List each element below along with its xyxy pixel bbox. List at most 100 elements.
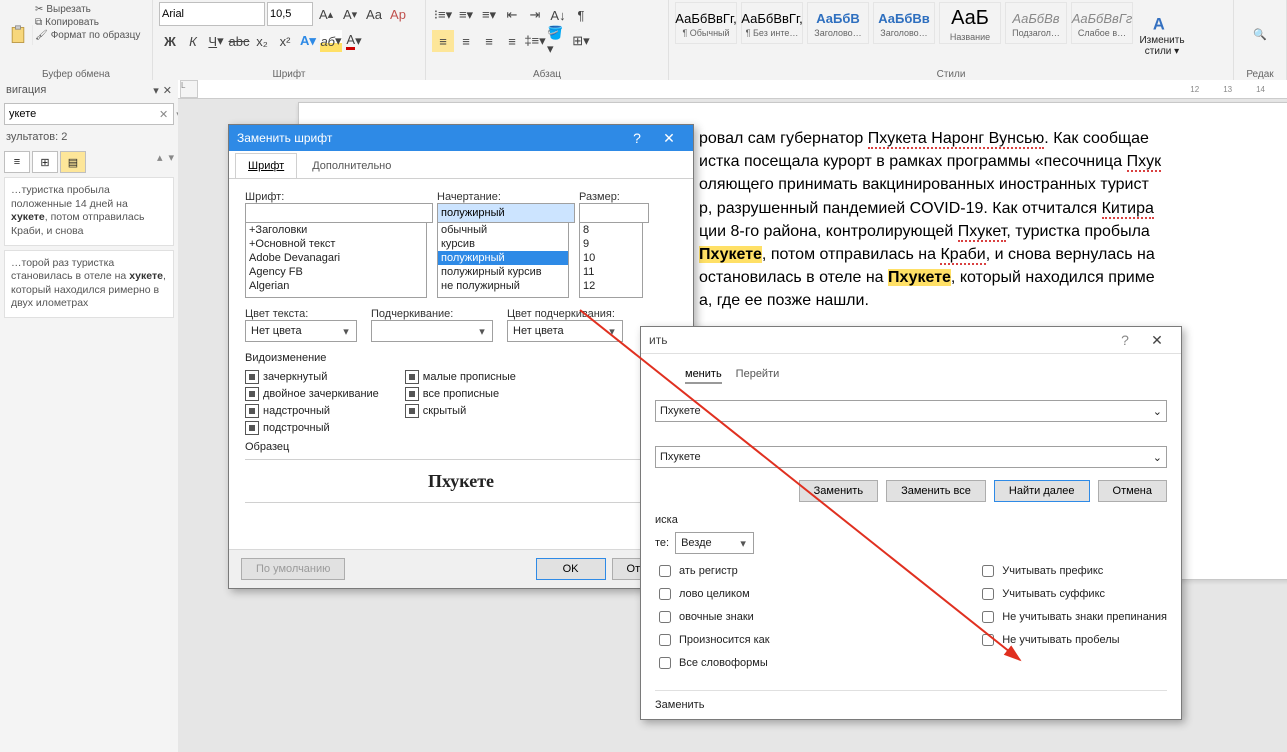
align-left-icon[interactable]: ≡ [432,30,454,52]
styles-gallery[interactable]: АаБбВвГг,¶ ОбычныйАаБбВвГг,¶ Без инте…Аа… [675,2,1133,67]
paste-button[interactable] [8,25,33,45]
option-checkbox[interactable]: Учитывать префикс [978,562,1167,580]
effect-checkbox[interactable]: малые прописные [405,370,516,384]
size-option[interactable]: 10 [580,251,642,265]
show-marks-icon[interactable]: ¶ [570,4,592,26]
style-item[interactable]: АаБбВвПодзагол… [1005,2,1067,44]
align-center-icon[interactable]: ≡ [455,30,477,52]
option-checkbox[interactable]: Учитывать суффикс [978,585,1167,603]
search-direction-dropdown[interactable]: Везде▾ [675,532,754,554]
style-option[interactable]: не полужирный [438,279,568,293]
style-item[interactable]: АаБНазвание [939,2,1001,44]
find-next-button[interactable]: Найти далее [994,480,1090,502]
nav-result-item[interactable]: …торой раз туристка становилась в отеле … [4,250,174,319]
effect-checkbox[interactable]: зачеркнутый [245,370,379,384]
font-option[interactable]: +Основной текст [246,237,426,251]
indent-dec-icon[interactable]: ⇤ [501,4,523,26]
style-list[interactable]: обычныйкурсивполужирныйполужирный курсив… [437,222,569,298]
underline-button[interactable]: Ч▾ [205,30,227,52]
grow-font-icon[interactable]: A▴ [315,3,337,25]
fr-close-icon[interactable]: ✕ [1141,327,1173,353]
style-option[interactable]: курсив [438,237,568,251]
find-icon[interactable]: 🔍 [1253,28,1267,41]
effect-checkbox[interactable]: скрытый [405,404,516,418]
dialog-help-icon[interactable]: ? [621,125,653,151]
size-option[interactable]: 8 [580,223,642,237]
effect-checkbox[interactable]: надстрочный [245,404,379,418]
change-case-icon[interactable]: Aa [363,3,385,25]
replace-button[interactable]: Заменить [799,480,878,502]
underline-color-dropdown[interactable]: Нет цвета▾ [507,320,623,342]
replace-all-button[interactable]: Заменить все [886,480,986,502]
bullets-icon[interactable]: ⁝≡▾ [432,4,454,26]
nav-next-icon[interactable]: ▾ [168,151,174,173]
format-painter-button[interactable]: 🖌Формат по образцу [35,30,140,41]
tab-advanced[interactable]: Дополнительно [299,153,404,178]
font-size-input[interactable] [579,203,649,223]
font-color-dropdown[interactable]: Нет цвета▾ [245,320,357,342]
nav-dropdown-icon[interactable]: ▾ [153,84,159,97]
tab-replace[interactable]: менить [685,368,722,384]
shading-icon[interactable]: 🪣▾ [547,30,569,52]
option-checkbox[interactable]: Все словоформы [655,654,770,672]
font-option[interactable]: +Заголовки [246,223,426,237]
option-checkbox[interactable]: Произносится как [655,631,770,649]
size-option[interactable]: 9 [580,237,642,251]
chevron-down-icon[interactable]: ⌄ [1153,405,1162,418]
justify-icon[interactable]: ≡ [501,30,523,52]
font-name-input[interactable] [245,203,433,223]
font-option[interactable]: Agency FB [246,265,426,279]
fr-help-icon[interactable]: ? [1109,327,1141,353]
bold-button[interactable]: Ж [159,30,181,52]
nav-close-icon[interactable]: ✕ [163,84,172,97]
effect-checkbox[interactable]: подстрочный [245,421,379,435]
font-size-combo[interactable] [267,2,313,26]
nav-search-input[interactable] [5,108,155,120]
strike-button[interactable]: abc [228,30,250,52]
italic-button[interactable]: К [182,30,204,52]
style-item[interactable]: АаБбВЗаголово… [807,2,869,44]
change-styles-button[interactable]: A Изменить стили ▾ [1135,2,1189,67]
find-input[interactable]: Пхукете⌄ [655,400,1167,422]
subscript-button[interactable]: x₂ [251,30,273,52]
style-option[interactable]: обычный [438,223,568,237]
font-name-combo[interactable] [159,2,265,26]
font-color-icon[interactable]: A▾ [343,30,365,52]
align-right-icon[interactable]: ≡ [478,30,500,52]
numbering-icon[interactable]: ≡▾ [455,4,477,26]
text-effects-icon[interactable]: A▾ [297,30,319,52]
nav-tab-headings[interactable]: ≡ [4,151,30,173]
default-button[interactable]: По умолчанию [241,558,345,580]
borders-icon[interactable]: ⊞▾ [570,30,592,52]
fr-cancel-button[interactable]: Отмена [1098,480,1167,502]
nav-tab-results[interactable]: ▤ [60,151,86,173]
sort-icon[interactable]: A↓ [547,4,569,26]
font-option[interactable]: Adobe Devanagari [246,251,426,265]
font-option[interactable]: Algerian [246,279,426,293]
dialog-titlebar[interactable]: Заменить шрифт ? ✕ [229,125,693,151]
nav-search-clear-icon[interactable]: ✕ [155,108,172,121]
style-item[interactable]: АаБбВвГг,¶ Без инте… [741,2,803,44]
size-option[interactable]: 12 [580,279,642,293]
underline-style-dropdown[interactable]: ▾ [371,320,493,342]
effect-checkbox[interactable]: двойное зачеркивание [245,387,379,401]
size-option[interactable]: 11 [580,265,642,279]
superscript-button[interactable]: x² [274,30,296,52]
option-checkbox[interactable]: овочные знаки [655,608,770,626]
effect-checkbox[interactable]: все прописные [405,387,516,401]
cut-button[interactable]: ✂Вырезать [35,4,140,15]
style-item[interactable]: АаБбВвГг,¶ Обычный [675,2,737,44]
font-style-input[interactable] [437,203,575,223]
size-list[interactable]: 89101112 [579,222,643,298]
option-checkbox[interactable]: Не учитывать знаки препинания [978,608,1167,626]
ok-button[interactable]: OK [536,558,606,580]
multilevel-icon[interactable]: ≡▾ [478,4,500,26]
nav-tab-pages[interactable]: ⊞ [32,151,58,173]
font-list[interactable]: +Заголовки+Основной текстAdobe Devanagar… [245,222,427,298]
copy-button[interactable]: ⧉Копировать [35,17,140,28]
chevron-down-icon[interactable]: ⌄ [1153,451,1162,464]
highlight-icon[interactable]: aб▾ [320,30,342,52]
option-checkbox[interactable]: Не учитывать пробелы [978,631,1167,649]
style-item[interactable]: АаБбВвЗаголово… [873,2,935,44]
tab-goto[interactable]: Перейти [736,368,780,384]
